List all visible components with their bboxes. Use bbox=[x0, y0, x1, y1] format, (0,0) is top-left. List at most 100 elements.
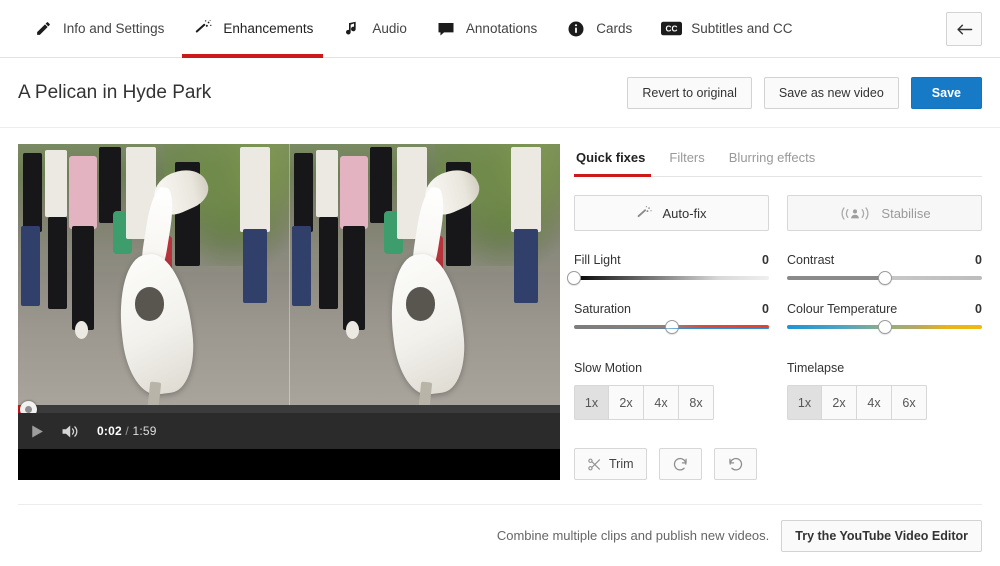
edit-tools-row: Trim bbox=[574, 448, 982, 480]
tab-label: Enhancements bbox=[223, 21, 314, 36]
tab-label: Annotations bbox=[465, 21, 538, 36]
timelapse-option-2x[interactable]: 2x bbox=[822, 385, 857, 420]
slider-track[interactable] bbox=[567, 271, 769, 285]
panel-tab-label: Quick fixes bbox=[576, 150, 646, 165]
time-display: 0:02 / 1:59 bbox=[97, 424, 157, 438]
header-actions: Revert to original Save as new video Sav… bbox=[627, 76, 982, 109]
page-title: A Pelican in Hyde Park bbox=[18, 81, 212, 103]
slow-motion-option-2x[interactable]: 2x bbox=[609, 385, 644, 420]
tab-cards[interactable]: Cards bbox=[551, 0, 646, 58]
slow-motion-option-1x[interactable]: 1x bbox=[574, 385, 609, 420]
panel-tab-label: Blurring effects bbox=[728, 150, 816, 165]
tab-subtitles-and-cc[interactable]: CC Subtitles and CC bbox=[646, 0, 806, 58]
speech-bubble-icon bbox=[435, 18, 457, 40]
quick-fix-buttons-row: Auto-fix Stabilise bbox=[574, 195, 982, 231]
video-preview-enhanced bbox=[289, 144, 560, 449]
tab-info-and-settings[interactable]: Info and Settings bbox=[18, 0, 178, 58]
before-after-divider bbox=[289, 144, 290, 449]
enhancements-panel: Quick fixes Filters Blurring effects Aut… bbox=[567, 144, 982, 480]
slider-colour-temperature: Colour Temperature 0 bbox=[787, 302, 982, 334]
save-as-new-video-button[interactable]: Save as new video bbox=[763, 76, 899, 109]
timelapse-option-1x[interactable]: 1x bbox=[787, 385, 822, 420]
stabilise-button[interactable]: Stabilise bbox=[787, 195, 982, 231]
panel-tab-bar: Quick fixes Filters Blurring effects bbox=[574, 146, 982, 177]
timelapse-option-6x[interactable]: 6x bbox=[892, 385, 927, 420]
current-time: 0:02 bbox=[97, 424, 122, 438]
redo-icon bbox=[672, 456, 689, 473]
slider-fill-light: Fill Light 0 bbox=[567, 253, 769, 285]
slider-value: 0 bbox=[975, 253, 982, 267]
footer-text: Combine multiple clips and publish new v… bbox=[496, 528, 770, 543]
volume-icon[interactable] bbox=[61, 423, 81, 440]
sliders-row-1: Fill Light 0 Contrast 0 bbox=[567, 231, 982, 285]
slider-label: Saturation bbox=[574, 302, 631, 316]
save-button[interactable]: Save bbox=[910, 76, 982, 109]
slider-value: 0 bbox=[762, 302, 769, 316]
scissors-icon bbox=[587, 457, 602, 472]
progress-bar[interactable] bbox=[18, 400, 560, 418]
slider-value: 0 bbox=[975, 302, 982, 316]
undo-button[interactable] bbox=[713, 448, 757, 480]
slider-handle[interactable] bbox=[877, 271, 892, 285]
timelapse-group: Timelapse 1x 2x 4x 6x bbox=[787, 361, 982, 420]
panel-tab-blurring-effects[interactable]: Blurring effects bbox=[719, 146, 825, 176]
slider-track[interactable] bbox=[787, 320, 982, 334]
tab-label: Info and Settings bbox=[63, 21, 165, 36]
slow-motion-option-4x[interactable]: 4x bbox=[644, 385, 679, 420]
tab-label: Audio bbox=[372, 21, 407, 36]
trim-label: Trim bbox=[609, 457, 634, 471]
slider-track[interactable] bbox=[787, 271, 982, 285]
slider-handle[interactable] bbox=[877, 320, 892, 334]
panel-tab-quick-fixes[interactable]: Quick fixes bbox=[574, 146, 655, 177]
video-player[interactable]: 0:02 / 1:59 bbox=[18, 144, 560, 480]
video-preview-stage[interactable]: 0:02 / 1:59 bbox=[18, 144, 560, 449]
stabilise-icon bbox=[838, 205, 872, 222]
trim-button[interactable]: Trim bbox=[574, 448, 647, 480]
tab-label: Cards bbox=[596, 21, 633, 36]
panel-tab-label: Filters bbox=[669, 150, 705, 165]
duration: 1:59 bbox=[132, 424, 157, 438]
slider-track[interactable] bbox=[574, 320, 769, 334]
stabilise-label: Stabilise bbox=[881, 205, 931, 221]
time-separator: / bbox=[125, 424, 129, 438]
auto-fix-button[interactable]: Auto-fix bbox=[574, 195, 769, 231]
slow-motion-option-8x[interactable]: 8x bbox=[679, 385, 714, 420]
slow-motion-label: Slow Motion bbox=[574, 361, 643, 375]
video-title-row: A Pelican in Hyde Park Revert to origina… bbox=[0, 58, 1000, 128]
back-arrow-icon bbox=[956, 22, 973, 37]
redo-button[interactable] bbox=[658, 448, 702, 480]
auto-fix-label: Auto-fix bbox=[662, 205, 707, 221]
slider-handle[interactable] bbox=[664, 320, 679, 334]
main-tab-bar: Info and Settings Enhancements Audio Ann… bbox=[0, 0, 1000, 58]
cc-icon: CC bbox=[660, 18, 682, 40]
panel-tab-filters[interactable]: Filters bbox=[659, 146, 714, 176]
try-video-editor-button[interactable]: Try the YouTube Video Editor bbox=[781, 519, 982, 552]
slow-motion-segmented-control: 1x 2x 4x 8x bbox=[574, 385, 769, 420]
tab-enhancements[interactable]: Enhancements bbox=[178, 0, 327, 58]
speed-controls-row: Slow Motion 1x 2x 4x 8x Timelapse 1x 2x … bbox=[574, 361, 982, 420]
slider-label: Contrast bbox=[787, 253, 835, 267]
slider-label: Colour Temperature bbox=[787, 302, 898, 316]
slider-label: Fill Light bbox=[574, 253, 621, 267]
slider-handle[interactable] bbox=[567, 271, 581, 285]
svg-text:CC: CC bbox=[665, 25, 677, 34]
slider-contrast: Contrast 0 bbox=[787, 253, 982, 285]
tab-annotations[interactable]: Annotations bbox=[421, 0, 551, 58]
music-note-icon bbox=[341, 18, 363, 40]
slider-value: 0 bbox=[762, 253, 769, 267]
timelapse-segmented-control: 1x 2x 4x 6x bbox=[787, 385, 982, 420]
slider-saturation: Saturation 0 bbox=[574, 302, 769, 334]
timelapse-option-4x[interactable]: 4x bbox=[857, 385, 892, 420]
player-controls: 0:02 / 1:59 bbox=[18, 413, 560, 449]
timelapse-label: Timelapse bbox=[787, 361, 845, 375]
pencil-icon bbox=[32, 18, 54, 40]
footer: Combine multiple clips and publish new v… bbox=[18, 504, 982, 566]
play-icon[interactable] bbox=[28, 423, 45, 440]
undo-icon bbox=[727, 456, 744, 473]
tab-label: Subtitles and CC bbox=[691, 21, 793, 36]
magic-wand-icon bbox=[192, 18, 214, 40]
tab-audio[interactable]: Audio bbox=[327, 0, 421, 58]
magic-wand-icon bbox=[636, 205, 653, 222]
revert-to-original-button[interactable]: Revert to original bbox=[627, 76, 752, 109]
back-button[interactable] bbox=[946, 12, 982, 46]
